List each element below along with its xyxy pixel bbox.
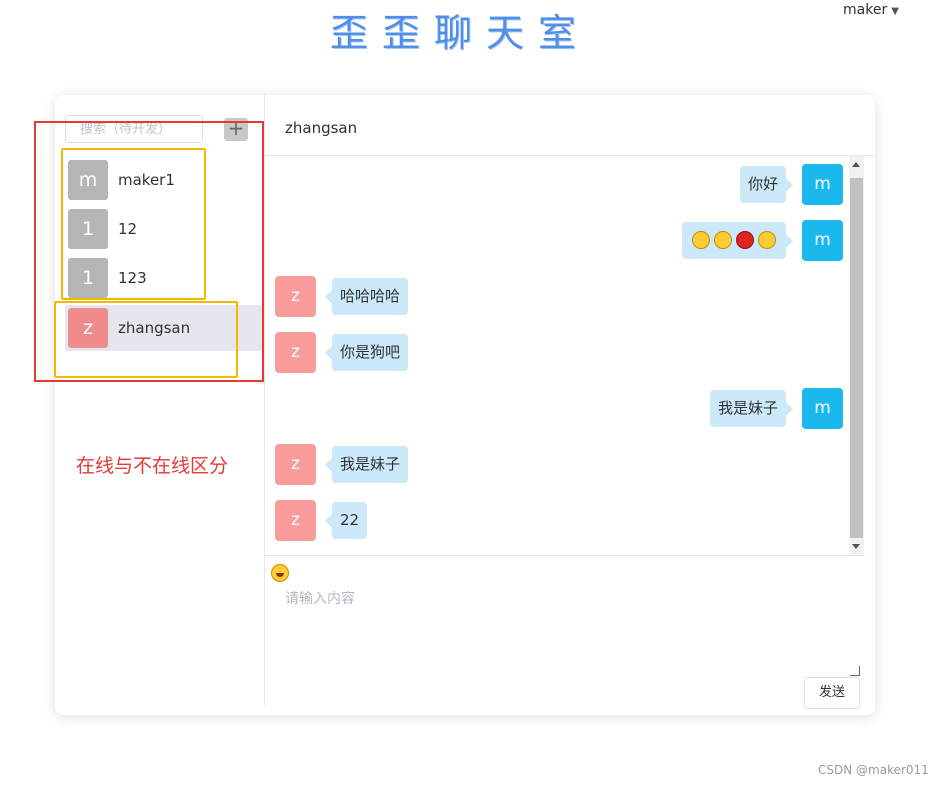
- message-row: z 哈哈哈哈: [265, 276, 849, 318]
- composer: 发送: [265, 555, 865, 709]
- message-bubble: 你好: [739, 166, 794, 203]
- message-scrollbar[interactable]: [849, 156, 864, 554]
- unamused-emoji-icon: [758, 230, 776, 249]
- scroll-up-icon[interactable]: [852, 162, 860, 167]
- app-title: 歪歪聊天室: [329, 11, 590, 55]
- message-bubble: 哈哈哈哈: [324, 278, 409, 315]
- send-button[interactable]: 发送: [804, 677, 860, 709]
- message-input[interactable]: [275, 584, 860, 676]
- message-row: z 我是妹子: [265, 444, 849, 486]
- message-bubble: 我是妹子: [709, 390, 794, 427]
- scrollbar-thumb[interactable]: [850, 178, 863, 538]
- message-list: 你好 m m z 哈哈哈哈 z 你是狗吧 我是妹子 m z 我是妹子 z 22: [265, 156, 849, 554]
- message-row: z 你是狗吧: [265, 332, 849, 374]
- watermark: CSDN @maker011: [818, 763, 929, 777]
- chat-title: zhangsan: [285, 119, 358, 137]
- message-row: z 22: [265, 500, 849, 542]
- resize-handle-icon[interactable]: [850, 666, 860, 676]
- avatar: m: [802, 220, 843, 261]
- avatar: z: [275, 332, 316, 373]
- message-bubble: [682, 222, 793, 259]
- avatar: z: [275, 276, 316, 317]
- user-menu[interactable]: maker ▼: [843, 2, 899, 18]
- confused-emoji-icon: [714, 230, 732, 249]
- annotation-yellow-box-online: [54, 301, 238, 378]
- annotation-yellow-box-offline: [61, 148, 206, 300]
- avatar: z: [275, 444, 316, 485]
- avatar: z: [275, 500, 316, 541]
- avatar: m: [802, 164, 843, 205]
- message-row: 你好 m: [265, 164, 849, 206]
- message-row: 我是妹子 m: [265, 388, 849, 430]
- grinning-emoji-icon[interactable]: [271, 564, 289, 582]
- caret-down-icon: ▼: [891, 6, 899, 17]
- message-bubble: 我是妹子: [324, 446, 409, 483]
- annotation-text: 在线与不在线区分: [76, 455, 229, 477]
- user-menu-name: maker: [843, 2, 888, 18]
- chat-header: zhangsan: [265, 95, 875, 156]
- message-bubble: 22: [324, 502, 368, 539]
- scroll-down-icon[interactable]: [852, 544, 860, 549]
- smirk-emoji-icon: [692, 230, 710, 249]
- avatar: m: [802, 388, 843, 429]
- devil-emoji-icon: [736, 230, 754, 249]
- message-row: m: [265, 220, 849, 262]
- message-bubble: 你是狗吧: [324, 334, 409, 371]
